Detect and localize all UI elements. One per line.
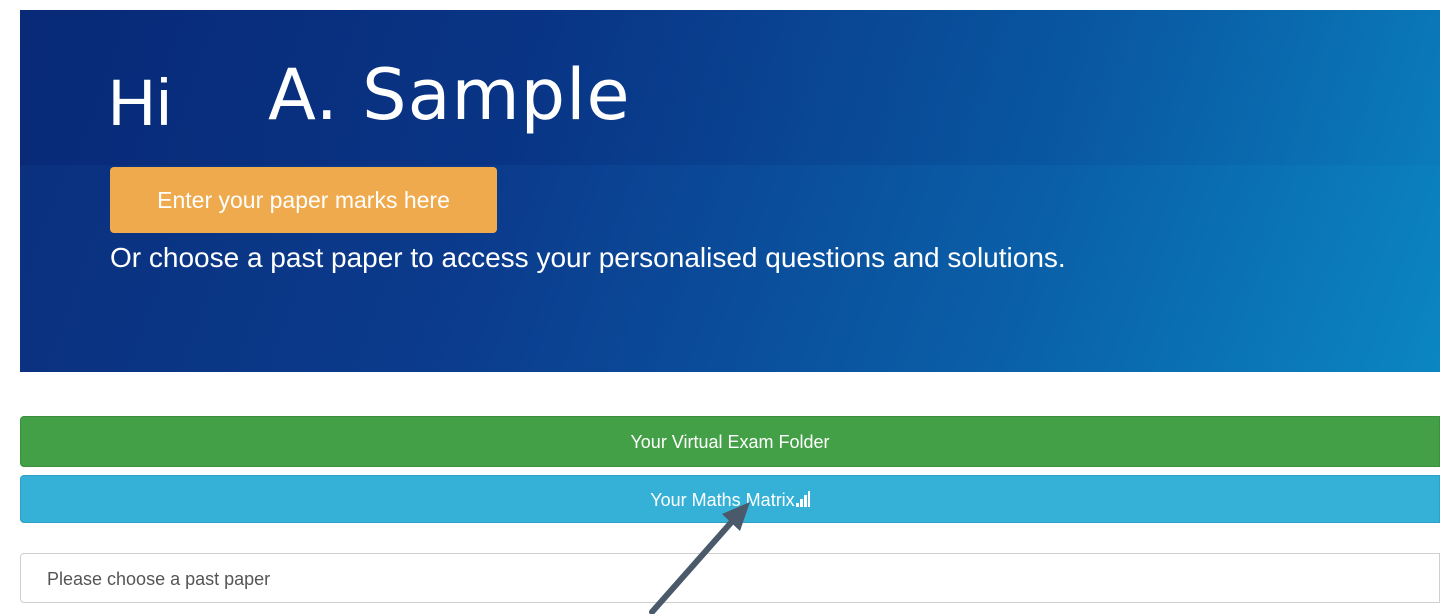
user-name: A. Sample xyxy=(268,54,631,136)
hero-banner: Hi A. Sample Enter your paper marks here… xyxy=(20,10,1440,372)
maths-matrix-label: Your Maths Matrix xyxy=(650,490,795,510)
signal-bars-icon xyxy=(795,491,810,507)
virtual-exam-folder-button[interactable]: Your Virtual Exam Folder xyxy=(20,416,1440,467)
maths-matrix-button[interactable]: Your Maths Matrix xyxy=(20,475,1440,523)
past-paper-select[interactable]: Please choose a past paper xyxy=(20,553,1440,603)
greeting-text: Hi xyxy=(108,65,173,139)
hero-subtext: Or choose a past paper to access your pe… xyxy=(110,242,1066,273)
past-paper-select-placeholder: Please choose a past paper xyxy=(47,569,271,589)
virtual-exam-folder-label: Your Virtual Exam Folder xyxy=(630,432,830,452)
enter-marks-button[interactable]: Enter your paper marks here xyxy=(110,167,497,233)
hero-top-band xyxy=(20,10,1440,165)
